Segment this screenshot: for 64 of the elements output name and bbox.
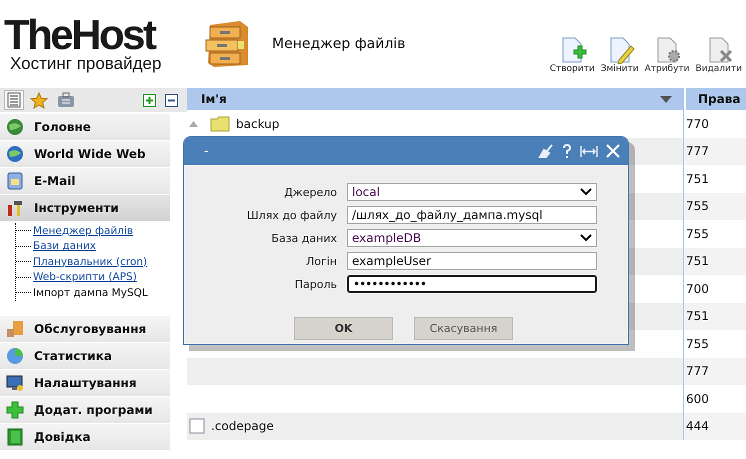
sidebar-link[interactable]: Планувальник (cron)	[33, 256, 148, 268]
file-name[interactable]: backup	[236, 116, 280, 131]
column-header[interactable]: Ім'я	[189, 88, 684, 110]
sidebar-section[interactable]: Налаштування	[0, 370, 170, 396]
input-field[interactable]: exampleUser	[347, 252, 597, 270]
file-icon	[189, 418, 205, 434]
input-field[interactable]: /шлях_до_файлу_дампа.mysql	[347, 206, 597, 224]
filing-cabinet-icon	[204, 19, 250, 69]
page-title: Менеджер файлів	[272, 36, 406, 52]
globe-icon	[6, 118, 24, 136]
permissions-cell: 751	[683, 302, 746, 330]
sidebar-link[interactable]: Менеджер файлів	[33, 224, 134, 237]
chevron-down-icon	[580, 234, 592, 242]
ok-button[interactable]: OK	[294, 317, 393, 340]
sidebar-section[interactable]: Головне	[0, 114, 170, 140]
help-book-icon	[6, 428, 24, 446]
field-label: Логін	[304, 254, 337, 268]
logo-wordmark: TheHost	[4, 15, 155, 55]
sidebar-section[interactable]: Обслуговування	[0, 316, 170, 342]
expand-width-icon[interactable]	[580, 144, 598, 158]
pie-chart-icon	[6, 346, 24, 364]
permissions-cell: 777	[683, 138, 746, 165]
folder-icon	[210, 116, 230, 132]
sidebar-section[interactable]: Статистика	[0, 342, 170, 368]
cancel-button[interactable]: Скасування	[414, 317, 513, 340]
help-icon[interactable]	[562, 144, 572, 158]
permissions-cell: 751	[683, 248, 746, 275]
permissions-cell: 777	[683, 358, 746, 385]
plus-icon	[6, 400, 24, 418]
expand-all-button[interactable]	[140, 94, 159, 106]
close-icon[interactable]	[606, 144, 620, 158]
toolbar-button[interactable]: Змінити	[598, 36, 641, 74]
field-label: База даних	[270, 232, 337, 244]
broom-icon[interactable]	[538, 144, 554, 158]
dropdown[interactable]: local	[347, 183, 597, 201]
sidebar-section[interactable]: Інструменти	[0, 195, 170, 221]
password-field[interactable]: ••••••••••••	[347, 275, 597, 293]
dialog-title: -	[204, 144, 209, 158]
boxes-icon	[6, 320, 24, 338]
field-label: Шлях до файлу	[246, 208, 337, 222]
sort-arrow-icon	[660, 96, 672, 102]
logo-tagline: Хостинг провайдер	[9, 55, 162, 73]
list-tab[interactable]	[4, 90, 24, 110]
sidebar-link[interactable]: Імпорт дампа MySQL	[33, 286, 148, 299]
dropdown[interactable]: exampleDB	[347, 229, 597, 247]
collapse-all-button[interactable]	[162, 94, 181, 106]
monitor-icon	[6, 374, 24, 392]
sidebar-section[interactable]: Додат. програми	[0, 396, 170, 422]
envelope-icon	[6, 172, 24, 190]
sidebar-section[interactable]: E-Mail	[0, 168, 170, 194]
globe-icon	[6, 145, 24, 163]
file-name[interactable]: .codepage	[211, 419, 274, 434]
chevron-down-icon	[580, 188, 592, 196]
sidebar-link[interactable]: Web-скрипти (APS)	[33, 271, 137, 284]
scroll-up-icon[interactable]	[189, 120, 198, 127]
tools-icon	[6, 199, 24, 217]
toolbar-button[interactable]: Створити	[548, 36, 597, 74]
permissions-cell: 755	[683, 192, 746, 220]
sidebar-section[interactable]: World Wide Web	[0, 141, 170, 167]
field-label: Пароль	[294, 278, 337, 290]
sidebar-section[interactable]: Довідка	[0, 424, 170, 450]
field-label: Джерело	[283, 186, 337, 198]
sidebar-link[interactable]: Бази даних	[33, 240, 96, 252]
permissions-cell: 444	[683, 412, 746, 440]
